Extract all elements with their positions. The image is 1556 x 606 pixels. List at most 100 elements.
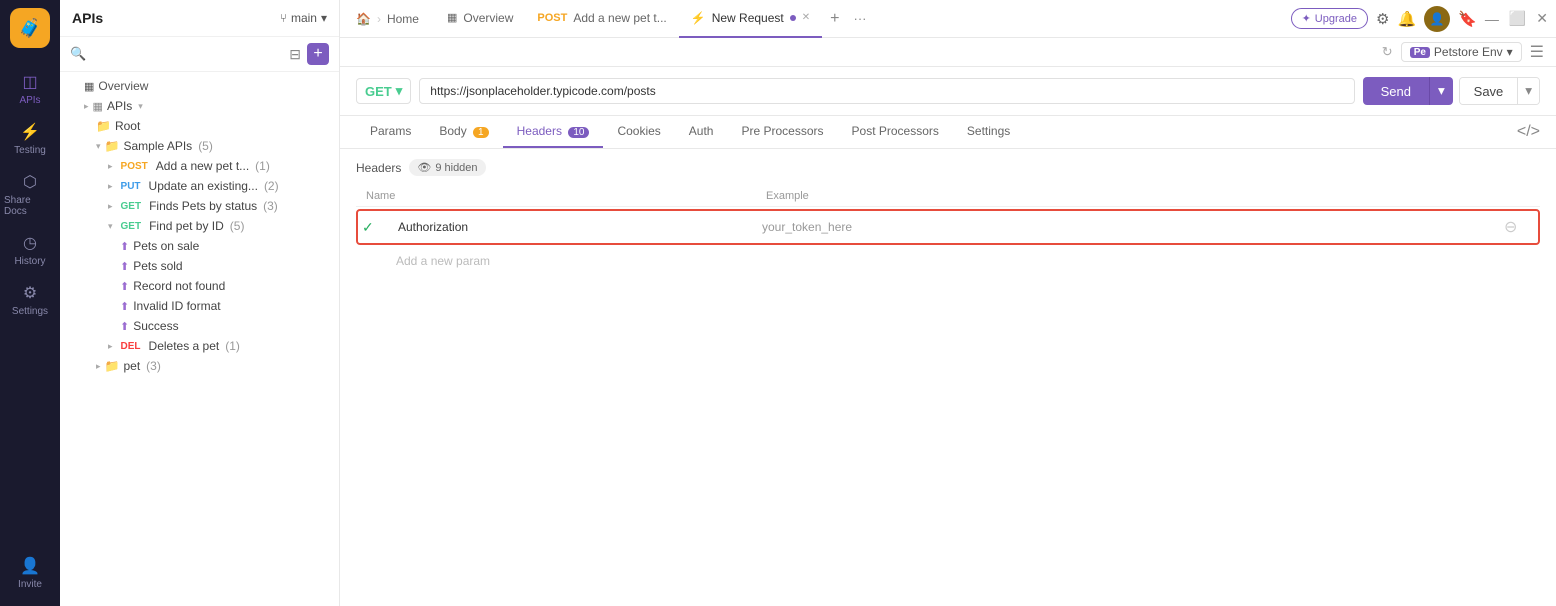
- chevron-right-icon: ▸: [108, 161, 113, 172]
- bookmark-icon[interactable]: 🔖: [1458, 10, 1477, 28]
- window-controls: — ⬜ ✕: [1485, 10, 1548, 27]
- chevron-down-icon: ▾: [321, 11, 327, 25]
- method-selector[interactable]: GET ▾: [356, 78, 411, 104]
- example-icon: ⬆: [120, 240, 129, 253]
- sidebar-item-settings[interactable]: ⚙ Settings: [0, 275, 60, 325]
- tree-post-add-pet[interactable]: ▸ POST Add a new pet t... (1): [60, 156, 339, 176]
- tree-example-success[interactable]: ⬆ Success: [60, 316, 339, 336]
- icon-sidebar: 🧳 ◫ APIs ⚡ Testing ⬡ Share Docs ◷ Histor…: [0, 0, 60, 606]
- app-icon[interactable]: 🧳: [10, 8, 50, 48]
- code-view-icon[interactable]: </>: [1517, 123, 1540, 141]
- tree-area: ▦ Overview ▸ ▦ APIs ▾ 📁 Root ▾ 📁 Sample …: [60, 72, 339, 606]
- unsaved-dot: [790, 15, 796, 21]
- remove-header-button[interactable]: ⊖: [1504, 217, 1534, 237]
- folder-icon: 📁: [96, 119, 111, 133]
- tab-post-add-pet[interactable]: POST Add a new pet t...: [525, 0, 678, 38]
- sidebar-item-testing[interactable]: ⚡ Testing: [0, 114, 60, 164]
- close-button[interactable]: ✕: [1536, 10, 1548, 27]
- sidebar-item-share-docs[interactable]: ⬡ Share Docs: [0, 164, 60, 225]
- maximize-button[interactable]: ⬜: [1509, 10, 1526, 27]
- branch-selector[interactable]: ⑂ main ▾: [280, 11, 327, 25]
- filter-icon[interactable]: ⊟: [289, 46, 301, 63]
- upgrade-button[interactable]: ✦ Upgrade: [1291, 8, 1368, 29]
- chevron-icon: ▸: [84, 101, 89, 112]
- history-icon: ◷: [23, 233, 37, 253]
- req-tab-pre-processors[interactable]: Pre Processors: [727, 116, 837, 148]
- sidebar-item-apis[interactable]: ◫ APIs: [0, 64, 60, 114]
- method-post-label: POST: [117, 160, 152, 173]
- apis-icon: ◫: [22, 72, 37, 92]
- add-tab-button[interactable]: +: [822, 10, 847, 28]
- tab-new-request[interactable]: ⚡ New Request ✕: [679, 0, 822, 38]
- add-button[interactable]: +: [307, 43, 329, 65]
- headers-badge: 10: [568, 127, 589, 138]
- tree-get-find-by-id[interactable]: ▾ GET Find pet by ID (5): [60, 216, 339, 236]
- method-get-label: GET: [117, 200, 146, 213]
- req-tab-body[interactable]: Body 1: [425, 116, 502, 148]
- home-icon[interactable]: 🏠: [356, 12, 371, 26]
- req-tab-auth[interactable]: Auth: [675, 116, 728, 148]
- method-del-label: DEL: [117, 340, 145, 353]
- chevron-right-icon: ▸: [108, 201, 113, 212]
- chevron-down-icon: ▾: [108, 221, 113, 232]
- tree-overview[interactable]: ▦ Overview: [60, 76, 339, 96]
- share-docs-icon: ⬡: [23, 172, 37, 192]
- example-icon: ⬆: [120, 320, 129, 333]
- request-bar: GET ▾ Send ▾ Save ▾: [340, 67, 1556, 116]
- sidebar-item-invite[interactable]: 👤 Invite: [0, 548, 60, 598]
- tree-get-finds[interactable]: ▸ GET Finds Pets by status (3): [60, 196, 339, 216]
- bell-icon[interactable]: 🔔: [1397, 10, 1416, 28]
- search-input[interactable]: [92, 47, 283, 61]
- headers-section: Headers 👁 9 hidden Name Example ✓ Author…: [340, 149, 1556, 606]
- req-tab-headers[interactable]: Headers 10: [503, 116, 604, 148]
- sidebar-item-history[interactable]: ◷ History: [0, 225, 60, 275]
- tree-root-folder[interactable]: 📁 Root: [60, 116, 339, 136]
- req-tab-post-processors[interactable]: Post Processors: [838, 116, 953, 148]
- minimize-button[interactable]: —: [1485, 11, 1499, 27]
- user-avatar[interactable]: 👤: [1424, 6, 1450, 32]
- req-tab-settings[interactable]: Settings: [953, 116, 1024, 148]
- overview-tab-icon: ▦: [447, 11, 457, 24]
- tree-apis-group[interactable]: ▸ ▦ APIs ▾: [60, 96, 339, 116]
- menu-icon[interactable]: ☰: [1530, 42, 1544, 62]
- apis-title: APIs: [72, 10, 103, 26]
- add-header-row[interactable]: Add a new param: [356, 249, 1540, 273]
- star-icon: ✦: [1302, 12, 1311, 25]
- chevron-right-icon: ▸: [108, 181, 113, 192]
- send-dropdown-button[interactable]: ▾: [1429, 77, 1453, 105]
- hidden-headers-toggle[interactable]: 👁 9 hidden: [409, 159, 485, 176]
- more-tabs-button[interactable]: ···: [847, 11, 872, 26]
- example-icon: ⬆: [120, 260, 129, 273]
- send-btn-group: Send ▾: [1363, 77, 1453, 105]
- bolt-icon: ⚡: [691, 11, 706, 25]
- url-input[interactable]: [419, 78, 1354, 104]
- eye-icon: 👁: [417, 161, 431, 174]
- left-panel: APIs ⑂ main ▾ 🔍 ⊟ + ▦ Overview ▸ ▦ APIs: [60, 0, 340, 606]
- tree-put-update[interactable]: ▸ PUT Update an existing... (2): [60, 176, 339, 196]
- folder-icon: 📁: [105, 139, 120, 153]
- tree-pet-folder[interactable]: ▸ 📁 pet (3): [60, 356, 339, 376]
- refresh-icon[interactable]: ↻: [1382, 44, 1393, 60]
- settings-icon: ⚙: [23, 283, 37, 303]
- tree-example-pets-sold[interactable]: ⬆ Pets sold: [60, 256, 339, 276]
- req-tab-cookies[interactable]: Cookies: [603, 116, 674, 148]
- tree-example-record-not-found[interactable]: ⬆ Record not found: [60, 276, 339, 296]
- tree-sample-apis[interactable]: ▾ 📁 Sample APIs (5): [60, 136, 339, 156]
- top-bar-left: 🏠 › Home ▦ Overview POST Add a new pet t…: [348, 0, 872, 38]
- expand-icon: ▾: [138, 101, 143, 112]
- req-tab-params[interactable]: Params: [356, 116, 425, 148]
- example-icon: ⬆: [120, 300, 129, 313]
- close-tab-icon[interactable]: ✕: [802, 12, 810, 23]
- tree-del-pet[interactable]: ▸ DEL Deletes a pet (1): [60, 336, 339, 356]
- chevron-right-icon: ▸: [96, 361, 101, 372]
- tree-example-pets-on-sale[interactable]: ⬆ Pets on sale: [60, 236, 339, 256]
- settings-icon[interactable]: ⚙: [1376, 10, 1389, 28]
- main-area: 🏠 › Home ▦ Overview POST Add a new pet t…: [340, 0, 1556, 606]
- env-selector[interactable]: Pe Petstore Env ▾: [1401, 42, 1522, 62]
- save-button[interactable]: Save: [1460, 78, 1518, 104]
- tab-overview[interactable]: ▦ Overview: [435, 0, 525, 38]
- send-button[interactable]: Send: [1363, 77, 1429, 105]
- headers-subrow: Headers 👁 9 hidden: [356, 159, 1540, 176]
- tree-example-invalid-id[interactable]: ⬆ Invalid ID format: [60, 296, 339, 316]
- save-dropdown-button[interactable]: ▾: [1517, 78, 1539, 104]
